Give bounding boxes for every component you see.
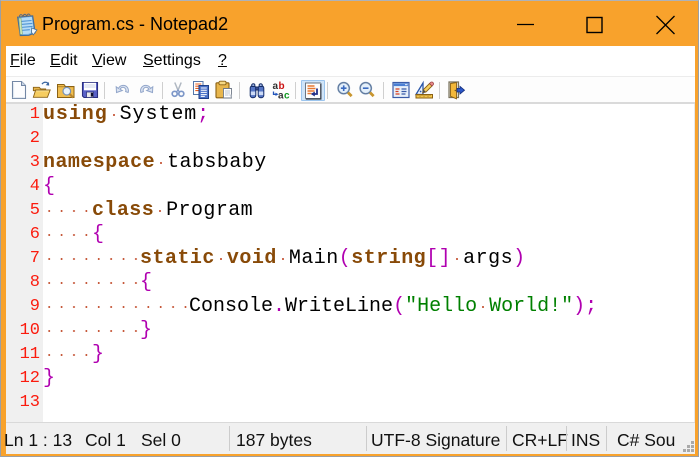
svg-text:c: c	[284, 91, 290, 101]
